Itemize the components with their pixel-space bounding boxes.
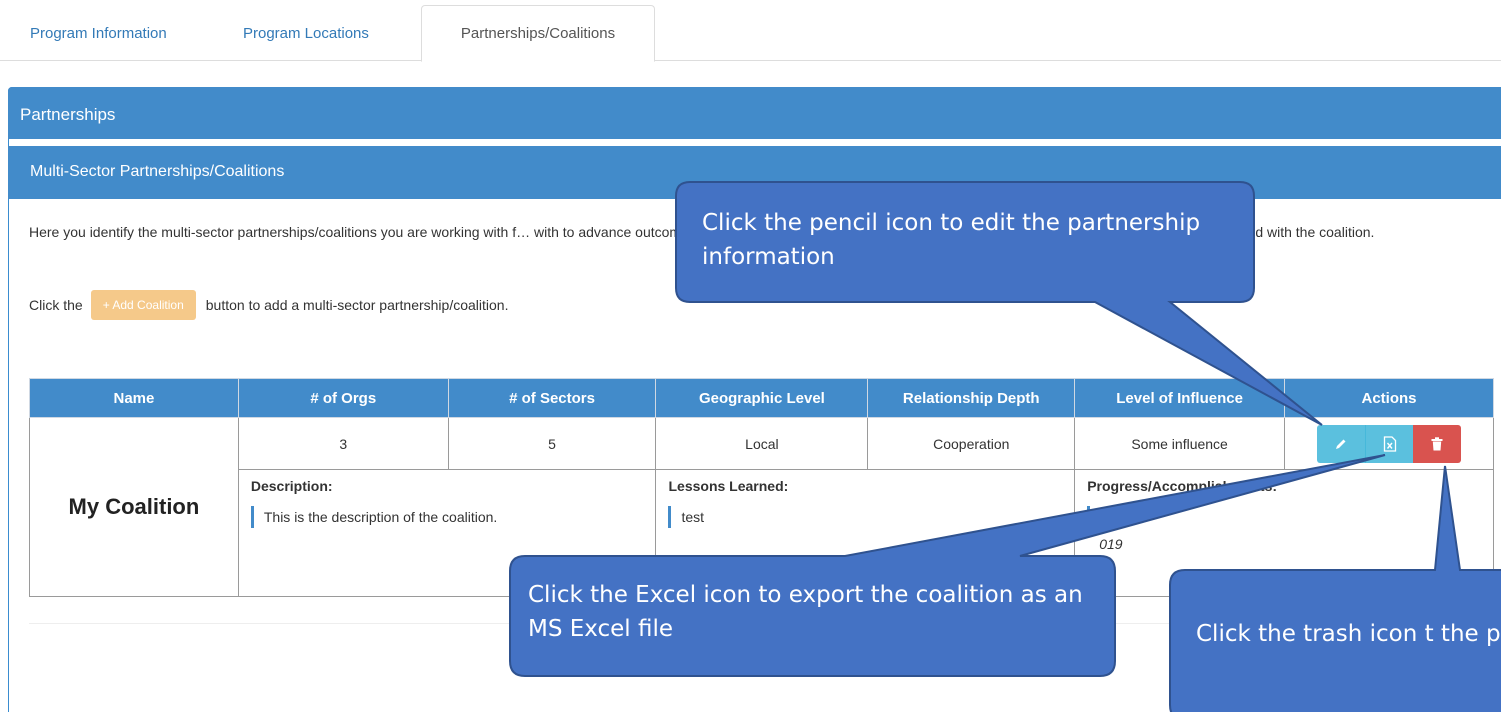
callout-trash-shape: [1169, 465, 1501, 712]
callout-trash-text: Click the trash icon t the partnership: [1196, 621, 1501, 647]
callout-excel-text: Click the Excel icon to export the coali…: [528, 582, 1083, 642]
callout-pencil-text: Click the pencil icon to edit the partne…: [702, 210, 1201, 270]
